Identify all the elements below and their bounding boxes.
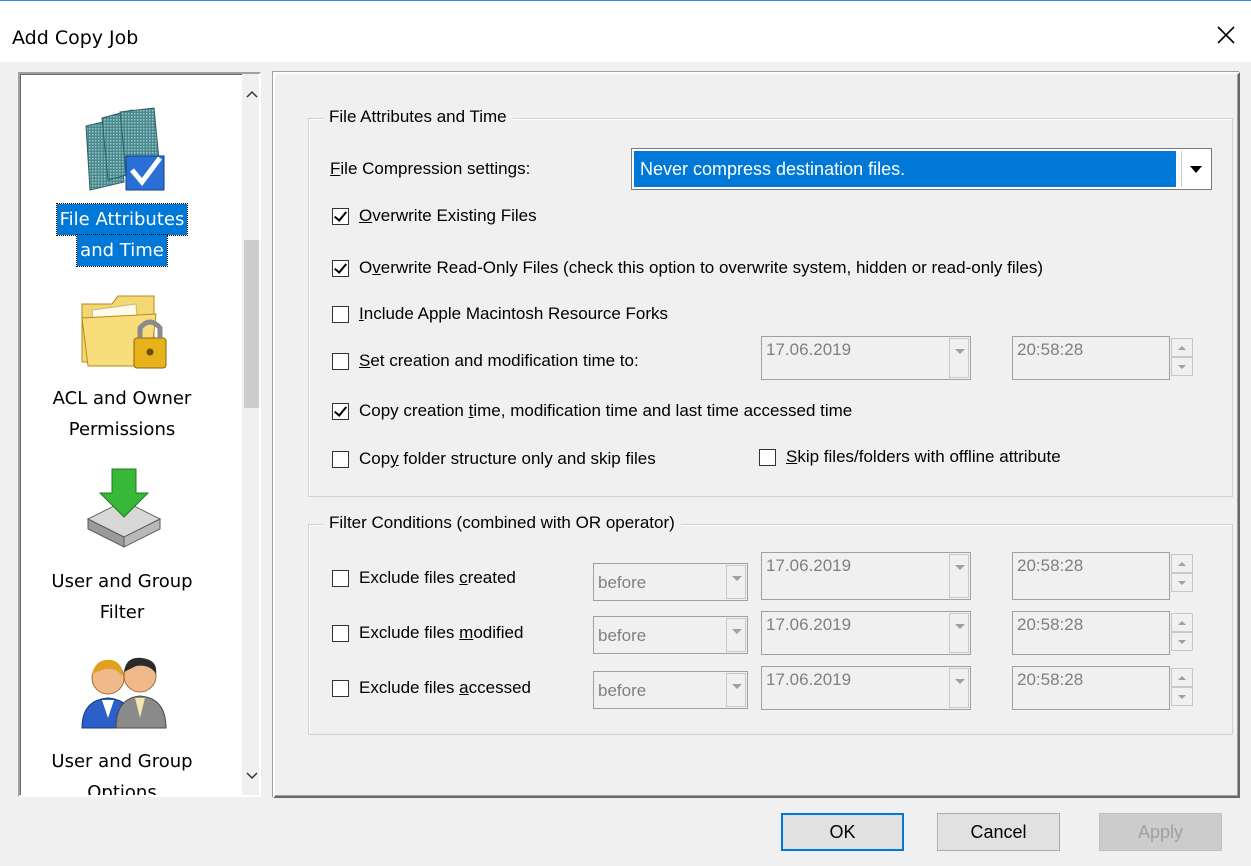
exclude-accessed-date[interactable]: 17.06.2019 — [761, 666, 971, 710]
date-dropdown-icon[interactable] — [949, 554, 969, 598]
user-group-options-icon — [81, 657, 167, 729]
operator-dropdown-icon[interactable] — [726, 618, 746, 652]
compression-select[interactable]: Never compress destination files. — [631, 148, 1212, 190]
overwrite-readonly-option[interactable]: Overwrite Read-Only Files (check this op… — [332, 257, 1043, 279]
close-icon[interactable] — [1210, 19, 1242, 51]
filter-conditions-legend: Filter Conditions (combined with OR oper… — [323, 513, 681, 533]
copy-folder-option[interactable]: Copy folder structure only and skip file… — [332, 448, 656, 470]
exclude-modified-option[interactable]: Exclude files modified — [332, 622, 523, 644]
exclude-accessed-operator[interactable]: before — [593, 671, 748, 709]
user-group-filter-icon — [86, 468, 162, 548]
sidebar-item-acl-owner[interactable]: ACL and Owner Permissions — [22, 383, 222, 445]
copy-times-checkbox[interactable] — [332, 402, 349, 420]
overwrite-existing-option[interactable]: Overwrite Existing Files — [332, 205, 537, 227]
sidebar-item-user-group-options[interactable]: User and Group Options — [22, 746, 222, 795]
exclude-modified-operator[interactable]: before — [593, 616, 748, 654]
spin-up-icon[interactable] — [1171, 613, 1193, 632]
set-time-checkbox[interactable] — [332, 352, 349, 370]
date-dropdown-icon[interactable] — [949, 613, 969, 653]
set-time-option[interactable]: Set creation and modification time to: — [332, 350, 639, 372]
exclude-accessed-checkbox[interactable] — [332, 679, 349, 697]
category-sidebar[interactable]: File Attributes and Time ACL and Owner P… — [18, 72, 261, 797]
exclude-accessed-spinner[interactable] — [1171, 668, 1193, 706]
exclude-modified-checkbox[interactable] — [332, 624, 349, 642]
scroll-down-icon[interactable] — [245, 768, 259, 782]
sidebar-item-file-attributes[interactable]: File Attributes and Time — [22, 203, 222, 267]
exclude-created-time[interactable]: 20:58:28 — [1012, 552, 1170, 600]
spin-down-icon[interactable] — [1171, 632, 1193, 651]
ok-button[interactable]: OK — [781, 813, 904, 851]
window-title: Add Copy Job — [12, 27, 139, 49]
title-bar: Add Copy Job — [0, 0, 1251, 62]
exclude-accessed-option[interactable]: Exclude files accessed — [332, 677, 531, 699]
compression-selected-value: Never compress destination files. — [634, 151, 1176, 187]
date-dropdown-icon[interactable] — [949, 338, 969, 378]
overwrite-readonly-checkbox[interactable] — [332, 259, 349, 277]
dropdown-arrow-icon[interactable] — [1181, 151, 1209, 187]
set-time-spinner[interactable] — [1171, 338, 1193, 376]
exclude-modified-spinner[interactable] — [1171, 613, 1193, 651]
exclude-modified-time[interactable]: 20:58:28 — [1012, 611, 1170, 655]
scroll-up-icon[interactable] — [245, 88, 259, 102]
file-attributes-legend: File Attributes and Time — [323, 107, 513, 127]
operator-dropdown-icon[interactable] — [726, 565, 746, 599]
exclude-created-checkbox[interactable] — [332, 569, 349, 587]
spin-down-icon[interactable] — [1171, 357, 1193, 376]
include-apple-checkbox[interactable] — [332, 305, 349, 323]
operator-dropdown-icon[interactable] — [726, 673, 746, 707]
date-dropdown-icon[interactable] — [949, 668, 969, 708]
scrollbar-thumb[interactable] — [244, 240, 259, 408]
exclude-created-date[interactable]: 17.06.2019 — [761, 552, 971, 600]
copy-times-option[interactable]: Copy creation time, modification time an… — [332, 400, 852, 422]
exclude-accessed-time[interactable]: 20:58:28 — [1012, 666, 1170, 710]
sidebar-scrollbar[interactable] — [242, 74, 259, 795]
exclude-created-operator[interactable]: before — [593, 563, 748, 601]
compression-label: File Compression settings: — [330, 159, 531, 178]
spin-down-icon[interactable] — [1171, 687, 1193, 706]
spin-up-icon[interactable] — [1171, 338, 1193, 357]
settings-panel: File Attributes and Time File Compressio… — [273, 72, 1240, 798]
exclude-created-spinner[interactable] — [1171, 554, 1193, 592]
copy-folder-checkbox[interactable] — [332, 450, 349, 468]
acl-folder-lock-icon — [81, 295, 167, 369]
exclude-modified-date[interactable]: 17.06.2019 — [761, 611, 971, 655]
spin-up-icon[interactable] — [1171, 554, 1193, 573]
set-time-date-picker[interactable]: 17.06.2019 — [761, 336, 971, 380]
include-apple-option[interactable]: Include Apple Macintosh Resource Forks — [332, 303, 668, 325]
apply-button[interactable]: Apply — [1099, 813, 1222, 851]
spin-down-icon[interactable] — [1171, 573, 1193, 592]
file-attributes-icon — [85, 107, 165, 191]
sidebar-item-user-group-filter[interactable]: User and Group Filter — [22, 566, 222, 628]
cancel-button[interactable]: Cancel — [937, 813, 1060, 851]
overwrite-existing-checkbox[interactable] — [332, 207, 349, 225]
skip-offline-option[interactable]: Skip files/folders with offline attribut… — [759, 446, 1061, 468]
spin-up-icon[interactable] — [1171, 668, 1193, 687]
set-time-time-field[interactable]: 20:58:28 — [1012, 336, 1170, 380]
skip-offline-checkbox[interactable] — [759, 448, 776, 466]
exclude-created-option[interactable]: Exclude files created — [332, 567, 516, 589]
